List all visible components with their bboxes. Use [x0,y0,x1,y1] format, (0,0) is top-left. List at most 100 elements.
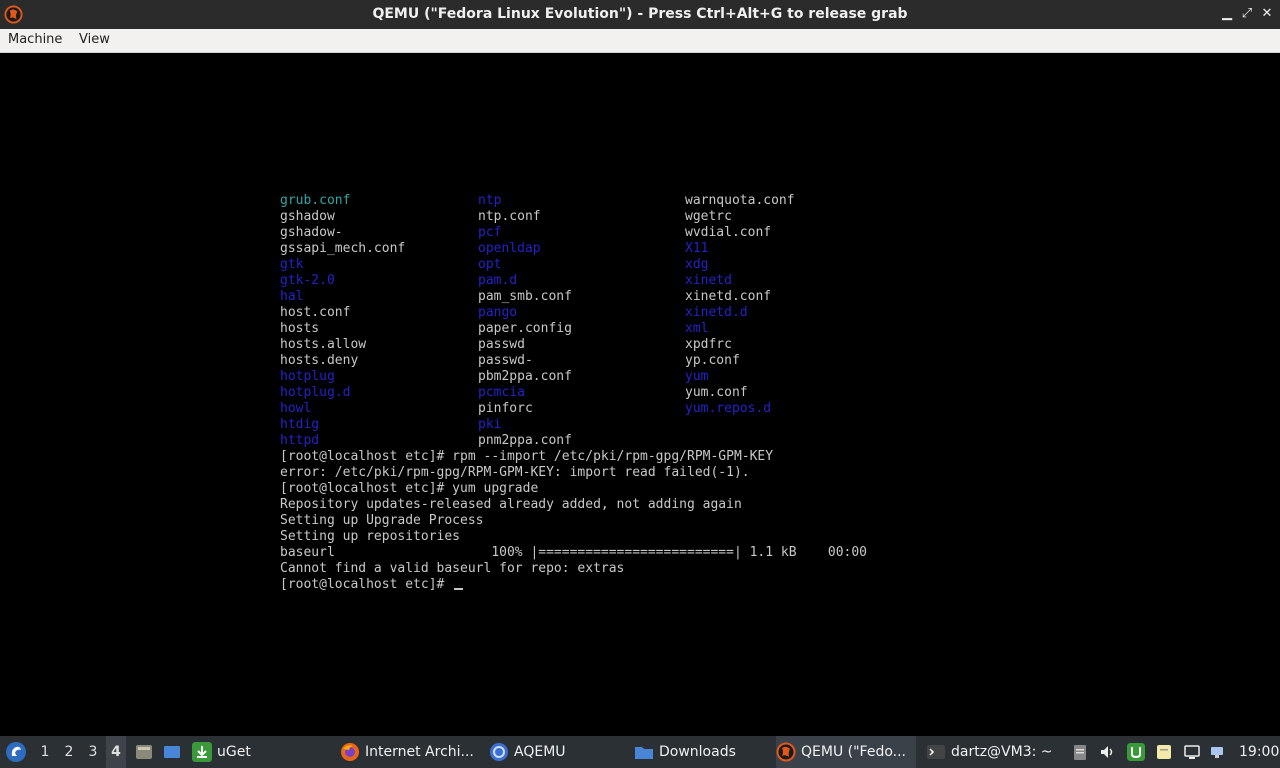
tray-display[interactable] [1183,736,1201,768]
start-menu-button[interactable] [5,736,27,768]
clipboard-icon [1074,745,1086,760]
listing-entry: httpd [280,433,320,448]
console-text: grub.conf ntp warnquota.conf gshadow ntp.con… [280,193,867,593]
console-output-line: Cannot find a valid baseurl for repo: ex… [280,561,625,576]
uget-icon [192,742,212,762]
listing-line: host.conf pango xinetd.d [280,305,867,321]
task-downloads[interactable]: Downloads [634,736,772,768]
task-aqemu[interactable]: AQEMU [489,736,627,768]
listing-entry: xml [685,321,709,336]
listing-line: hosts.allow passwd xpdfrc [280,337,867,353]
tray-uget[interactable] [1127,736,1145,768]
desktop-icon [164,746,180,758]
listing-line: httpd pnm2ppa.conf [280,433,867,449]
task-label: Downloads [659,744,736,760]
window-titlebar[interactable]: QEMU ("Fedora Linux Evolution") - Press … [0,0,1280,29]
tray-clipboard[interactable] [1071,736,1089,768]
listing-entry: X11 [685,241,709,256]
listing-entry: gssapi_mech.conf [280,241,406,256]
listing-entry: pam.d [478,273,518,288]
workspace-2[interactable]: 2 [59,736,79,768]
listing-entry: pam_smb.conf [478,289,572,304]
file-manager-launcher[interactable] [134,736,154,768]
minimize-button[interactable]: ▁ [1218,5,1236,23]
terminal-icon [927,745,945,759]
shell-prompt: [root@localhost etc]# [280,577,453,592]
listing-entry: pcmcia [478,385,525,400]
listing-entry: wvdial.conf [685,225,772,240]
listing-entry: hal [280,289,304,304]
task-label: QEMU ("Fedo... [801,744,906,760]
listing-entry: hotplug [280,369,335,384]
listing-entry: opt [478,257,502,272]
task-qemu[interactable]: QEMU ("Fedo... [776,736,916,768]
folder-icon [635,747,653,759]
listing-entry: openldap [478,241,541,256]
listing-entry: grub.conf [280,193,351,208]
text-cursor [454,588,464,590]
listing-line: gshadow ntp.conf wgetrc [280,209,867,225]
listing-entry: pinforc [478,401,533,416]
task-internet-archive[interactable]: Internet Archi... [340,736,480,768]
listing-entry: passwd [478,337,525,352]
listing-line: gshadow-pcf wvdial.conf [280,225,867,241]
listing-entry: yp.conf [685,353,740,368]
listing-line: hal pam_smb.conf xinetd.conf [280,289,867,305]
task-label: uGet [217,744,251,760]
taskbar: 1 2 3 4 uGet Internet Archi... AQEMU Dow… [0,736,1280,768]
listing-entry: xinetd [685,273,732,288]
listing-entry: yum [685,369,709,384]
start-menu-icon [6,742,26,762]
maximize-button[interactable]: ⤢ [1238,5,1256,23]
tray-volume[interactable] [1099,736,1117,768]
show-desktop-launcher[interactable] [162,736,182,768]
listing-entry: wgetrc [685,209,732,224]
workspace-3[interactable]: 3 [83,736,103,768]
listing-line: hosts.deny passwd-yp.conf [280,353,867,369]
workspace-1[interactable]: 1 [35,736,55,768]
volume-icon [1101,746,1113,758]
window-title: QEMU ("Fedora Linux Evolution") - Press … [372,6,908,22]
listing-entry: warnquota.conf [685,193,795,208]
task-uget[interactable]: uGet [192,736,330,768]
close-button[interactable]: ✕ [1258,5,1276,23]
vm-display[interactable]: grub.conf ntp warnquota.conf gshadow ntp.con… [0,53,1280,736]
listing-entry: hosts [280,321,320,336]
listing-line: gtk-2.0 pam.d xinetd [280,273,867,289]
listing-entry: pango [478,305,518,320]
listing-entry: gshadow- [280,225,343,240]
listing-entry: paper.config [478,321,572,336]
aqemu-icon [490,743,508,761]
network-icon [1211,747,1223,758]
uget-tray-icon [1127,743,1145,761]
console-output-line: baseurl 100% |=========================|… [280,545,867,560]
task-terminal[interactable]: dartz@VM3: ~ [926,736,1054,768]
listing-line: grub.conf ntp warnquota.conf [280,193,867,209]
listing-line: hotplug.d pcmcia yum.conf [280,385,867,401]
listing-entry: gshadow [280,209,335,224]
tray-network[interactable] [1208,736,1226,768]
workspace-4[interactable]: 4 [106,736,126,768]
clock[interactable]: 19:00 [1239,736,1279,768]
prompt-line[interactable]: [root@localhost etc]# [280,577,867,593]
notes-icon [1157,745,1171,759]
task-label: AQEMU [514,744,566,760]
listing-entry: pcf [478,225,502,240]
listing-line: gssapi_mech.conf openldap X11 [280,241,867,257]
tray-notes[interactable] [1155,736,1173,768]
listing-entry: host.conf [280,305,351,320]
listing-entry: xpdfrc [685,337,732,352]
menu-view[interactable]: View [79,32,110,47]
listing-entry: pbm2ppa.conf [478,369,572,384]
listing-entry: hosts.deny [280,353,359,368]
task-label: Internet Archi... [365,744,474,760]
listing-entry: hosts.allow [280,337,367,352]
listing-entry: yum.conf [685,385,748,400]
menu-machine[interactable]: Machine [8,32,62,47]
listing-entry: passwd- [478,353,533,368]
listing-entry: howl [280,401,312,416]
listing-entry: xinetd.conf [685,289,772,304]
drive-icon [136,745,152,759]
listing-entry: yum.repos.d [685,401,772,416]
listing-line: hotplug pbm2ppa.conf yum [280,369,867,385]
